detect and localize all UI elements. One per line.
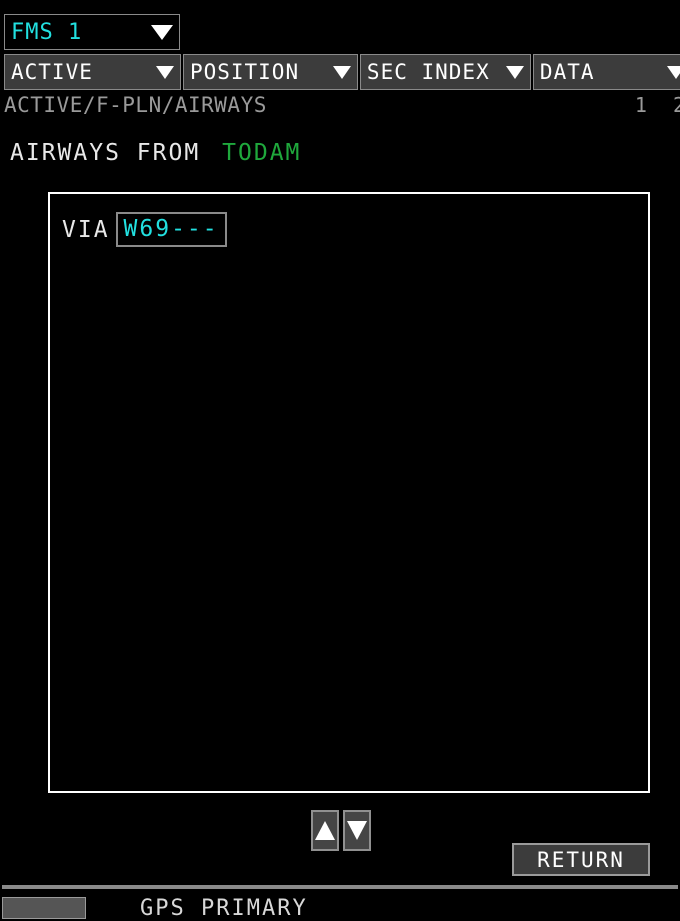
menu-tab-sec-index-label: SEC INDEX — [366, 60, 490, 84]
fms-selector-label: FMS 1 — [11, 19, 83, 45]
page-title: AIRWAYS FROM TODAM — [10, 140, 301, 166]
page-title-static: AIRWAYS FROM — [10, 140, 201, 166]
return-button[interactable]: RETURN — [512, 843, 650, 876]
return-button-label: RETURN — [537, 847, 625, 872]
bottom-left-button[interactable] — [2, 897, 86, 919]
chevron-down-icon — [155, 65, 174, 79]
menu-bar: ACTIVE POSITION SEC INDEX DATA — [4, 54, 680, 90]
breadcrumb-path: ACTIVE/F-PLN/AIRWAYS — [4, 93, 267, 117]
chevron-down-icon — [151, 24, 173, 40]
menu-tab-data-label: DATA — [539, 60, 595, 84]
via-input[interactable]: W69--- — [115, 212, 227, 247]
menu-tab-position-label: POSITION — [189, 60, 300, 84]
via-label: VIA — [62, 216, 110, 243]
bottom-divider — [2, 885, 678, 889]
airway-row-1: VIA W69--- — [62, 212, 227, 247]
gps-status-text: GPS PRIMARY — [140, 896, 308, 921]
chevron-down-icon — [505, 65, 524, 79]
page-indicator[interactable]: 1 2 — [635, 93, 680, 117]
arrow-up-icon — [315, 821, 335, 840]
fms-selector-tab[interactable]: FMS 1 — [4, 14, 180, 50]
chevron-down-icon — [667, 65, 680, 79]
breadcrumb-bar: ACTIVE/F-PLN/AIRWAYS 1 2 — [0, 92, 680, 118]
scroll-button-group — [311, 810, 371, 851]
scroll-up-button[interactable] — [311, 810, 339, 851]
from-waypoint-value: TODAM — [222, 140, 302, 166]
scroll-down-button[interactable] — [343, 810, 371, 851]
menu-tab-sec-index[interactable]: SEC INDEX — [359, 54, 531, 90]
menu-tab-position[interactable]: POSITION — [182, 54, 358, 90]
menu-tab-data[interactable]: DATA — [532, 54, 680, 90]
arrow-down-icon — [347, 821, 367, 840]
chevron-down-icon — [332, 65, 351, 79]
airways-content-panel: VIA W69--- — [48, 192, 650, 793]
menu-tab-active-label: ACTIVE — [11, 60, 93, 84]
menu-tab-active[interactable]: ACTIVE — [4, 54, 181, 90]
